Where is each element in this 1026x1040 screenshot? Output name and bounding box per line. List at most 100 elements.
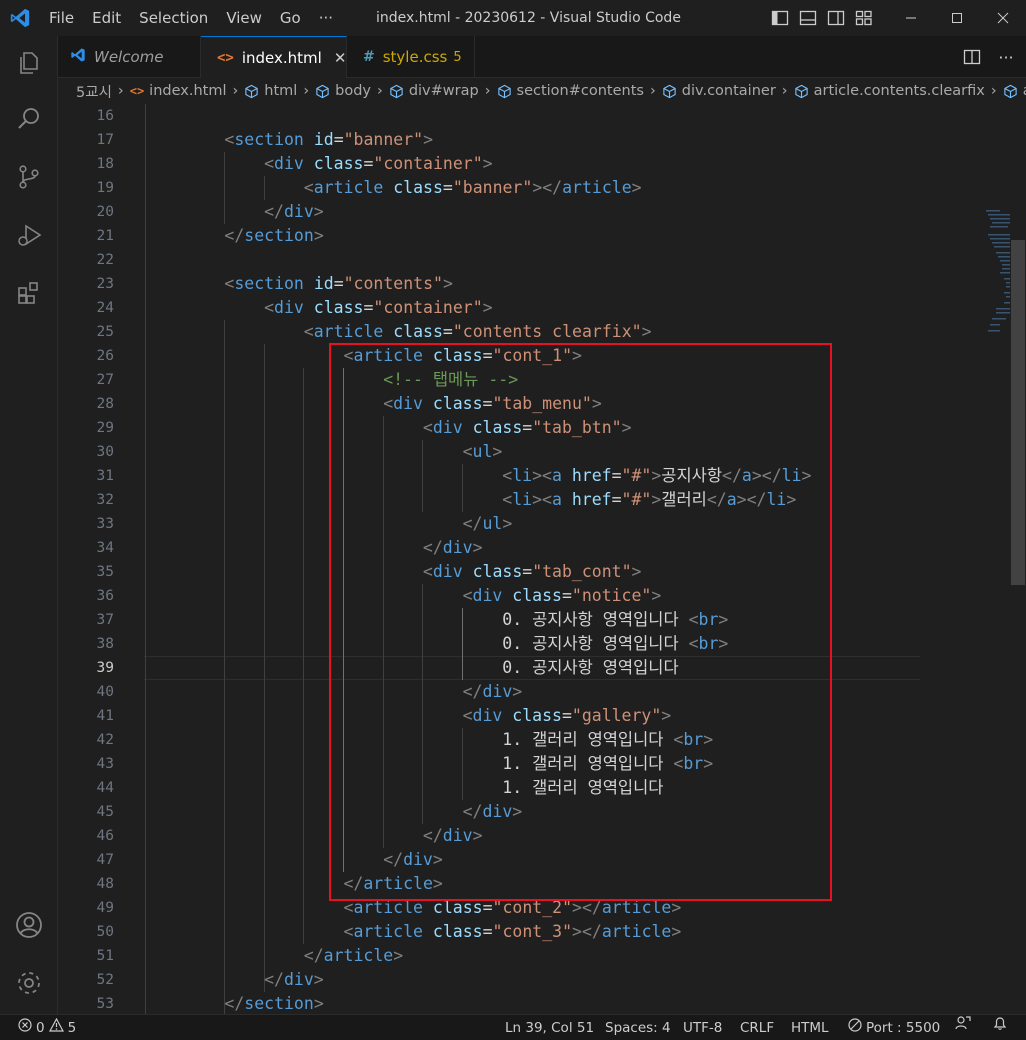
error-count: 0: [36, 1020, 45, 1036]
menu-selection[interactable]: Selection: [130, 0, 217, 36]
toggle-secondary-sidebar-icon[interactable]: [826, 8, 846, 28]
maximize-icon[interactable]: [934, 0, 980, 36]
line-number: 16: [96, 108, 114, 124]
code-line[interactable]: <section id="banner">: [224, 128, 433, 152]
code-token: >: [671, 922, 682, 941]
chevron-right-icon: ›: [117, 83, 124, 99]
code-line[interactable]: </div>: [264, 200, 324, 224]
close-window-icon[interactable]: [980, 0, 1026, 36]
code-editor[interactable]: 16 17 18 19 20 21 22 23 24 25 26 27 28 29 30 31 32 33 34 35…: [58, 104, 1026, 1014]
vscode-logo-icon[interactable]: [0, 0, 40, 36]
line-number: 33: [96, 516, 114, 532]
close-icon[interactable]: ✕: [334, 49, 347, 67]
chevron-right-icon: ›: [649, 83, 656, 99]
menu-view[interactable]: View: [217, 0, 271, 36]
run-debug-icon[interactable]: [14, 220, 44, 250]
language-mode[interactable]: HTML: [791, 1015, 829, 1040]
code-token: class: [393, 178, 443, 197]
extensions-icon[interactable]: [14, 278, 44, 308]
editor-tab-bar: Welcome <> index.html ✕ # style.css 5 ··…: [58, 36, 1026, 78]
symbol-element-icon: [662, 84, 677, 99]
code-token: "container": [373, 154, 483, 173]
problems-indicator[interactable]: 0 5: [18, 1015, 76, 1040]
encoding-setting[interactable]: UTF-8: [683, 1015, 722, 1040]
settings-gear-icon[interactable]: [14, 968, 44, 998]
code-line[interactable]: </article>: [304, 944, 403, 968]
breadcrumb-file[interactable]: <> index.html: [130, 83, 227, 99]
minimize-icon[interactable]: [888, 0, 934, 36]
line-number: 18: [96, 156, 114, 172]
menu-bar: File Edit Selection View Go ···: [40, 0, 342, 36]
breadcrumb-symbol-wrap[interactable]: div#wrap: [389, 83, 479, 99]
menu-go[interactable]: Go: [271, 0, 310, 36]
source-control-icon[interactable]: [14, 162, 44, 192]
notifications-bell-icon[interactable]: [992, 1015, 1008, 1031]
breadcrumb-symbol-body[interactable]: body: [315, 83, 371, 99]
breadcrumb-symbol-section[interactable]: section#contents: [497, 83, 644, 99]
chevron-right-icon: ›: [990, 83, 997, 99]
live-server-port[interactable]: Port : 5500: [848, 1015, 940, 1040]
breadcrumb-symbol-a[interactable]: a: [1003, 83, 1026, 99]
code-line[interactable]: </section>: [224, 224, 323, 248]
split-editor-icon[interactable]: [962, 46, 982, 68]
code-line[interactable]: <article class="cont_3"></article>: [344, 920, 682, 944]
indentation-setting[interactable]: Spaces: 4: [605, 1015, 671, 1040]
code-token: =: [442, 322, 453, 341]
code-line[interactable]: <article class="contents clearfix">: [304, 320, 652, 344]
code-token: =: [363, 298, 374, 317]
code-token: div: [274, 154, 304, 173]
code-token: article: [562, 178, 632, 197]
window-title: index.html - 20230612 - Visual Studio Co…: [376, 10, 681, 26]
symbol-element-icon: [1003, 84, 1018, 99]
account-icon[interactable]: [14, 910, 44, 940]
code-token: "banner": [452, 178, 533, 197]
line-number: 19: [96, 180, 114, 196]
code-token: "cont_3": [492, 922, 573, 941]
breadcrumb-symbol-article[interactable]: article.contents.clearfix: [794, 83, 985, 99]
toggle-panel-icon[interactable]: [798, 8, 818, 28]
breadcrumb-folder[interactable]: 5교시: [76, 81, 112, 102]
line-number: 34: [96, 540, 114, 556]
code-token: <: [264, 298, 275, 317]
tab-style-css[interactable]: # style.css 5: [347, 36, 475, 78]
customize-layout-icon[interactable]: [854, 8, 874, 28]
eol-setting[interactable]: CRLF: [740, 1015, 774, 1040]
code-line[interactable]: </section>: [224, 992, 323, 1014]
menu-more[interactable]: ···: [310, 0, 342, 36]
toggle-primary-sidebar-icon[interactable]: [770, 8, 790, 28]
breadcrumb-symbol-container[interactable]: div.container: [662, 83, 776, 99]
code-token: div: [283, 970, 314, 989]
code-line[interactable]: <article class="banner"></article>: [304, 176, 642, 200]
tab-welcome[interactable]: Welcome: [58, 36, 201, 78]
line-number: 20: [96, 204, 114, 220]
menu-file[interactable]: File: [40, 0, 83, 36]
code-token: >: [393, 946, 404, 965]
explorer-icon[interactable]: [14, 48, 44, 78]
vertical-scrollbar-thumb[interactable]: [1011, 240, 1025, 585]
line-number: 48: [96, 876, 114, 892]
red-highlight-box: [329, 343, 832, 901]
code-token: "banner": [343, 130, 424, 149]
tab-index-html[interactable]: <> index.html ✕: [201, 36, 347, 78]
code-line[interactable]: <div class="container">: [264, 152, 493, 176]
code-line[interactable]: <div class="container">: [264, 296, 493, 320]
search-icon[interactable]: [14, 104, 44, 134]
feedback-icon[interactable]: [955, 1015, 971, 1031]
more-actions-icon[interactable]: ···: [996, 46, 1016, 68]
indent-guide: [224, 320, 225, 1014]
code-line[interactable]: <section id="contents">: [224, 272, 453, 296]
cursor-position[interactable]: Ln 39, Col 51: [505, 1015, 594, 1040]
chevron-right-icon: ›: [232, 83, 239, 99]
breadcrumb-symbol-html[interactable]: html: [244, 83, 297, 99]
line-number: 53: [96, 996, 114, 1012]
code-line[interactable]: </div>: [264, 968, 324, 992]
code-token: section: [244, 994, 314, 1013]
indent-guide: [145, 104, 146, 1014]
problem-count-badge: 5: [453, 49, 462, 65]
menu-edit[interactable]: Edit: [83, 0, 130, 36]
line-number: 42: [96, 732, 114, 748]
